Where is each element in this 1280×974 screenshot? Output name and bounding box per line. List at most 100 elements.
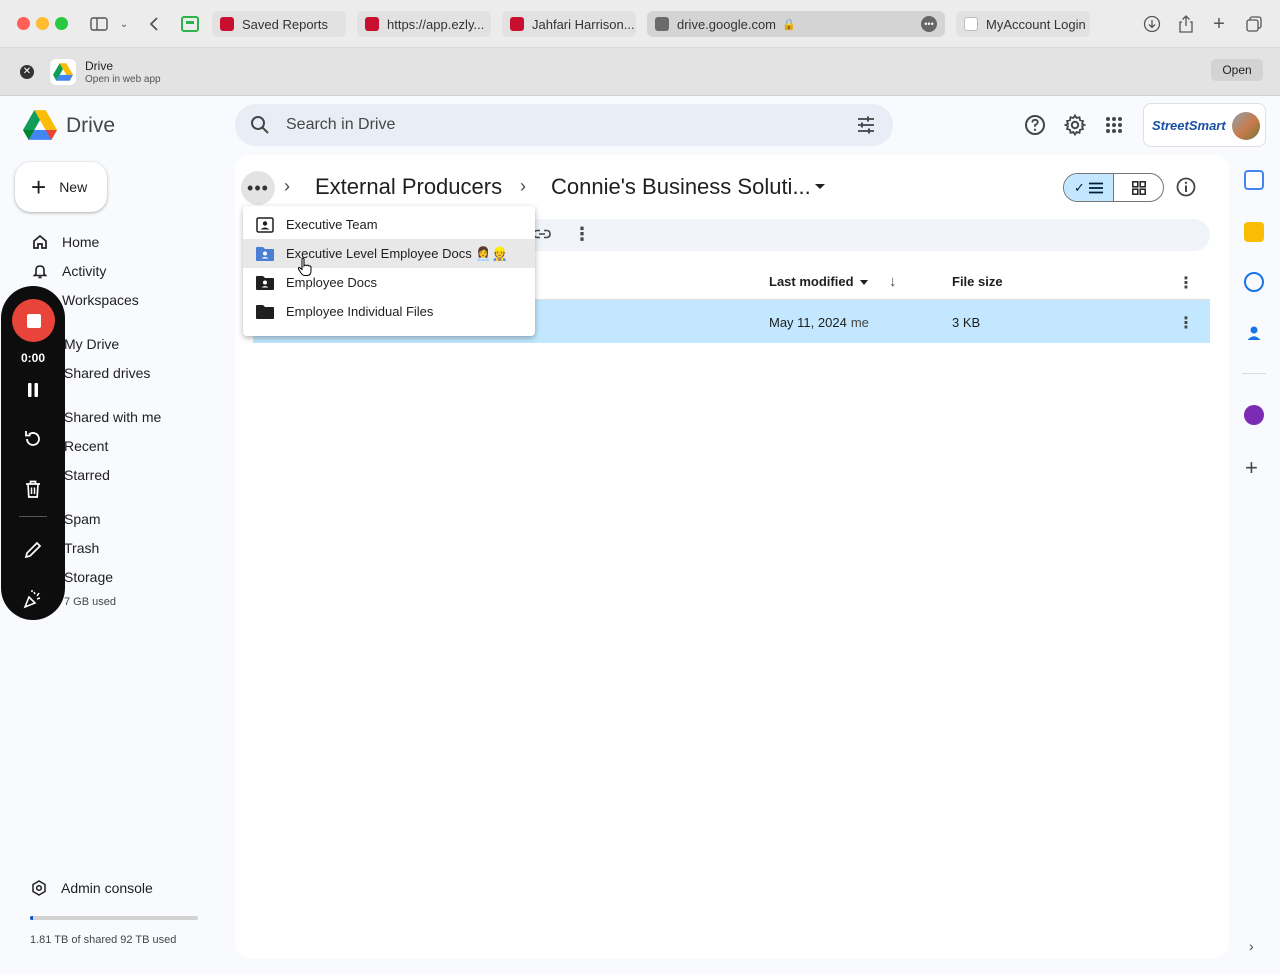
row-more-icon[interactable]: ⋮: [1178, 313, 1194, 333]
tab-favicon: [510, 17, 524, 31]
account-button[interactable]: StreetSmart: [1143, 103, 1266, 147]
pen-icon[interactable]: [21, 538, 45, 562]
tasks-icon[interactable]: [1244, 272, 1264, 292]
tab-saved-reports[interactable]: Saved Reports: [212, 11, 346, 37]
extension-icon[interactable]: [178, 12, 202, 36]
avatar[interactable]: [1232, 112, 1260, 140]
drive-logo-icon[interactable]: [23, 110, 57, 145]
sidebar-toggle-icon[interactable]: [87, 12, 111, 36]
new-tab-icon[interactable]: +: [1207, 12, 1231, 36]
sidebar-item-workspaces[interactable]: Workspaces: [62, 292, 139, 308]
caret-down-icon: [859, 280, 868, 286]
breadcrumb-dropdown: Executive Team Executive Level Employee …: [243, 206, 535, 336]
grid-view-button[interactable]: [1114, 174, 1163, 201]
dropdown-item-executive-level-employee-docs[interactable]: Executive Level Employee Docs 👩‍💼👷: [243, 239, 535, 268]
get-addons-icon[interactable]: +: [1245, 455, 1258, 481]
sidebar-item-my-drive[interactable]: My Drive: [64, 336, 119, 352]
dropdown-item-employee-individual-files[interactable]: Employee Individual Files: [243, 297, 535, 326]
modified-date: May 11, 2024: [769, 315, 847, 330]
home-icon: [30, 232, 50, 252]
search-bar[interactable]: Search in Drive: [235, 104, 893, 146]
sort-direction-icon[interactable]: ↓: [889, 273, 897, 290]
new-label: New: [59, 179, 88, 195]
search-icon[interactable]: [250, 115, 270, 140]
dropdown-item-executive-team[interactable]: Executive Team: [243, 210, 535, 239]
effects-icon[interactable]: [21, 587, 45, 611]
sidebar-item-admin-console[interactable]: Admin console: [30, 879, 153, 897]
close-window-button[interactable]: [17, 17, 30, 30]
tab-jahfari[interactable]: Jahfari Harrison...: [502, 11, 636, 37]
tab-overview-icon[interactable]: [1242, 12, 1266, 36]
storage-bar: [30, 916, 198, 920]
cell-size: 3 KB: [952, 315, 981, 330]
sidebar-item-trash[interactable]: Trash: [64, 540, 99, 556]
sidebar-item-label: Home: [62, 234, 100, 250]
more-actions-icon[interactable]: ⋮: [572, 224, 592, 244]
calendar-icon[interactable]: [1244, 170, 1264, 190]
tab-label: drive.google.com: [677, 16, 776, 32]
sidebar-item-spam[interactable]: Spam: [64, 511, 101, 527]
list-view-button[interactable]: ✓: [1064, 174, 1114, 201]
addon-icon[interactable]: [1244, 405, 1264, 425]
dropdown-item-label: Executive Team: [286, 217, 378, 232]
modified-owner: me: [850, 315, 869, 330]
breadcrumb-external-producers[interactable]: External Producers: [315, 174, 502, 200]
close-icon[interactable]: ✕: [20, 65, 34, 79]
screen-recorder-panel: 0:00: [1, 286, 65, 620]
search-options-icon[interactable]: [856, 115, 876, 140]
tab-favicon: [655, 17, 669, 31]
list-icon: [1088, 182, 1103, 193]
column-file-size[interactable]: File size: [952, 274, 1003, 289]
help-icon[interactable]: [1023, 113, 1047, 137]
sidebar-item-starred[interactable]: Starred: [64, 467, 110, 483]
stop-recording-button[interactable]: [12, 299, 55, 342]
shared-folder-icon: [255, 244, 275, 264]
contacts-icon[interactable]: [1244, 323, 1264, 343]
download-icon[interactable]: [1140, 12, 1164, 36]
cell-modified: May 11, 2024 me: [769, 315, 869, 330]
dropdown-item-employee-docs[interactable]: Employee Docs: [243, 268, 535, 297]
new-button[interactable]: + New: [15, 162, 107, 212]
open-button[interactable]: Open: [1211, 59, 1263, 81]
column-options-icon[interactable]: ⋮: [1178, 273, 1194, 293]
breadcrumb-more-button[interactable]: •••: [241, 171, 275, 205]
dropdown-item-label: Executive Level Employee Docs 👩‍💼👷: [286, 245, 508, 261]
tab-drive-active[interactable]: drive.google.com 🔒 •••: [647, 11, 945, 37]
tab-favicon: [220, 17, 234, 31]
sidebar-item-shared-with-me[interactable]: Shared with me: [64, 409, 161, 425]
chevron-down-icon[interactable]: ⌄: [112, 12, 136, 36]
folder-icon: [255, 302, 275, 322]
keep-icon[interactable]: [1244, 222, 1264, 242]
view-toggle[interactable]: ✓: [1063, 173, 1164, 202]
column-last-modified[interactable]: Last modified: [769, 274, 868, 289]
tab-myaccount[interactable]: MyAccount Login: [956, 11, 1090, 37]
admin-label: Admin console: [61, 880, 153, 896]
check-icon: ✓: [1074, 179, 1085, 195]
sidebar-item-home[interactable]: Home: [30, 231, 99, 253]
sidebar-item-recent[interactable]: Recent: [64, 438, 108, 454]
divider: [19, 516, 47, 517]
pause-icon[interactable]: [21, 378, 45, 402]
selection-toolbar: [534, 219, 1210, 251]
delete-icon[interactable]: [21, 477, 45, 501]
chevron-right-icon[interactable]: ›: [1249, 938, 1254, 954]
minimize-window-button[interactable]: [36, 17, 49, 30]
link-icon[interactable]: [532, 224, 552, 244]
settings-gear-icon[interactable]: [1063, 113, 1087, 137]
sidebar-item-storage[interactable]: Storage: [64, 569, 113, 585]
apps-grid-icon[interactable]: [1102, 113, 1126, 137]
more-icon[interactable]: •••: [921, 16, 937, 32]
share-icon[interactable]: [1174, 12, 1198, 36]
zoom-window-button[interactable]: [55, 17, 68, 30]
restart-icon[interactable]: [21, 427, 45, 451]
sidebar-item-activity[interactable]: Activity: [30, 260, 106, 282]
info-icon[interactable]: [1175, 176, 1197, 203]
breadcrumb-current-folder[interactable]: Connie's Business Soluti...: [551, 174, 811, 200]
back-icon[interactable]: [142, 12, 166, 36]
search-input[interactable]: Search in Drive: [286, 116, 395, 134]
sidebar-item-shared-drives[interactable]: Shared drives: [64, 365, 150, 381]
folder-menu-caret-icon[interactable]: [815, 184, 825, 189]
tab-ezly[interactable]: https://app.ezly...: [357, 11, 491, 37]
storage-text: 1.81 TB of shared 92 TB used: [30, 934, 177, 946]
tab-favicon: [964, 17, 978, 31]
